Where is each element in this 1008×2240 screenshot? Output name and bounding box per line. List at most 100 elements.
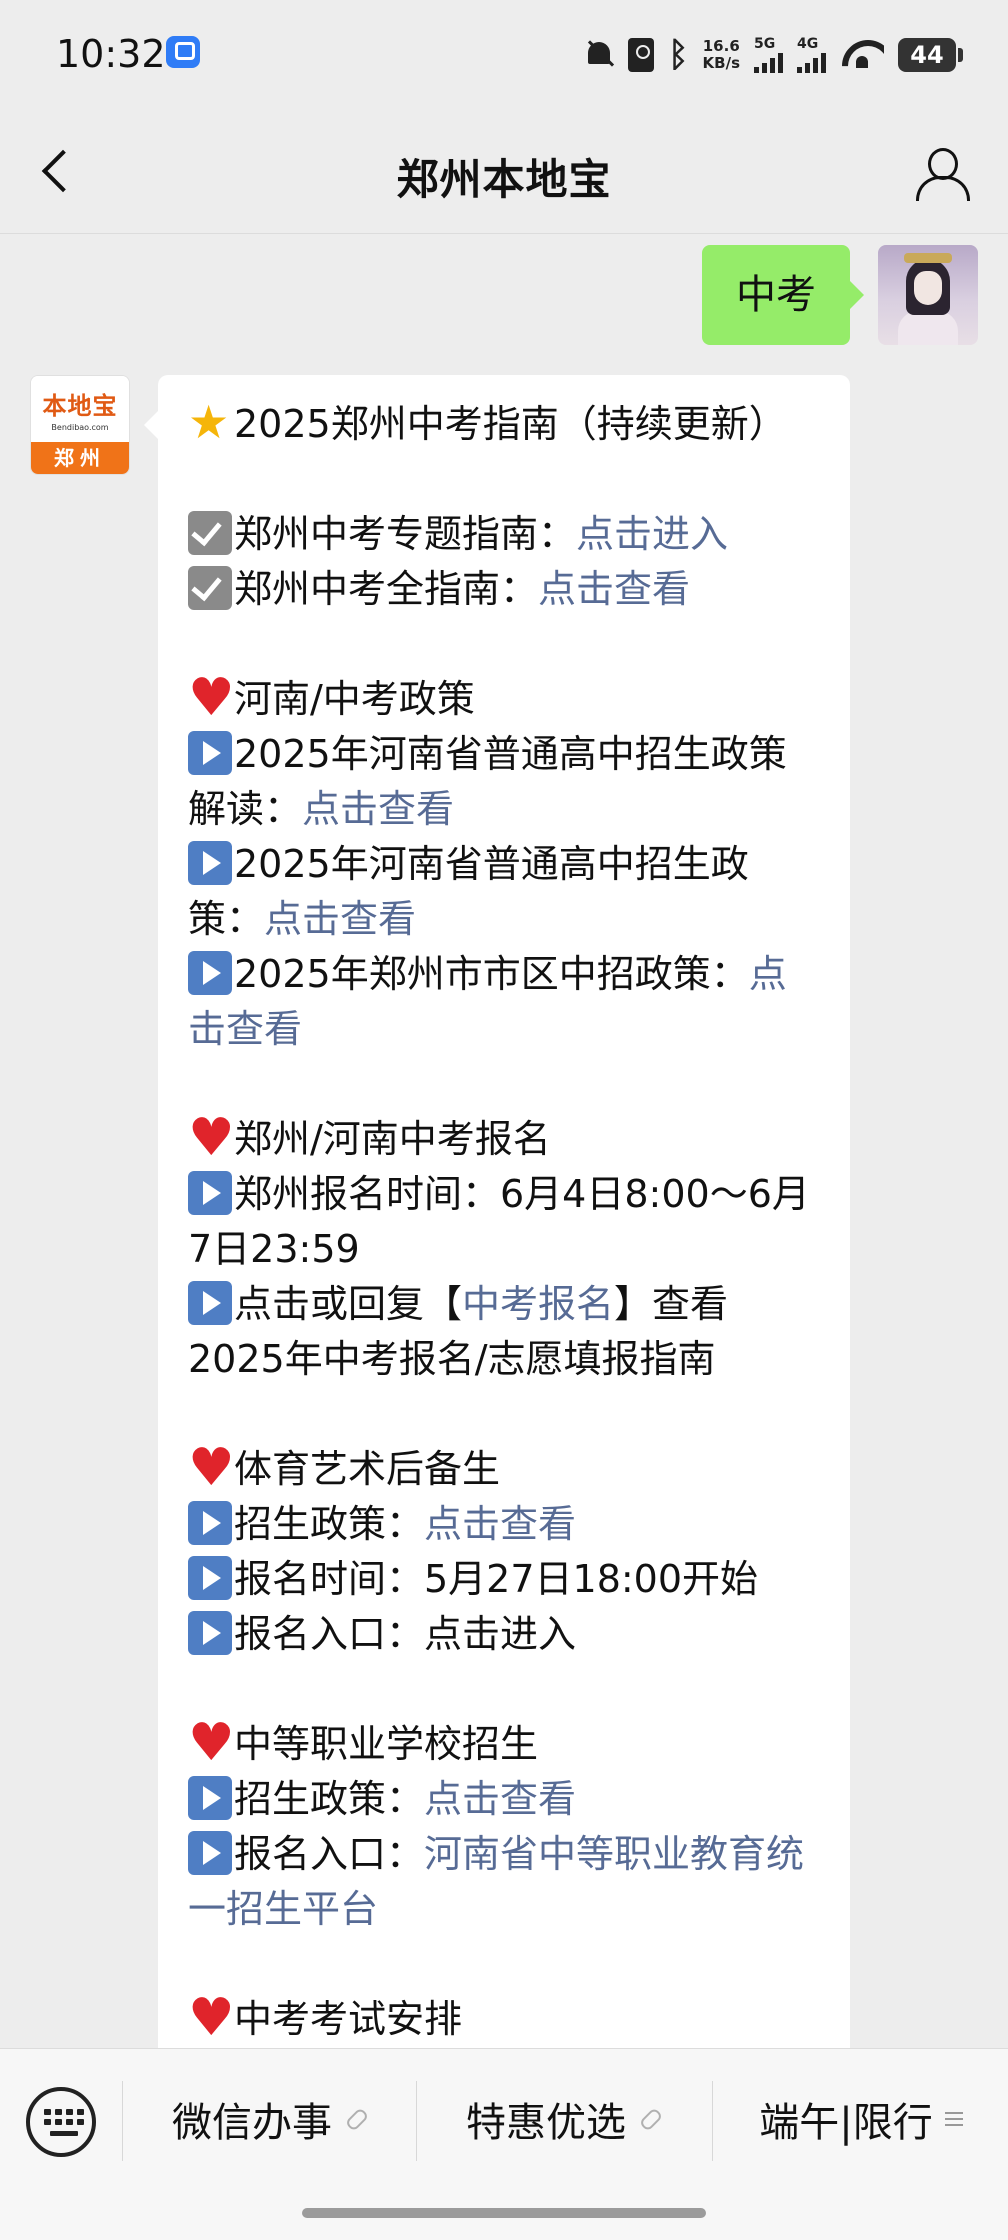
message-line: 报名时间：5月27日18:00开始 [188,1552,824,1607]
avatar-brand-text: 本地宝 [42,392,118,420]
line-spacer [188,1057,824,1112]
message-line: 报名入口：点击进入 [188,1607,824,1662]
play-button-icon [188,1501,232,1545]
menu-item-label: 微信办事 [172,2100,332,2146]
message-link[interactable]: 中考报名 [462,1282,614,1326]
outgoing-message-row: 中考 [702,245,978,345]
message-line: 中等职业学校招生 [188,1717,824,1772]
message-text: 2025年郑州市市区中招政策： [234,952,749,996]
message-link[interactable]: 点击查看 [424,1777,576,1821]
message-text: 报名入口：点击进入 [234,1612,577,1656]
message-link[interactable]: 点击查看 [302,787,454,831]
status-bar: 10:32 ᛒ 16.6 KB/s 5G 4G 44 [0,0,1008,110]
battery-icon: 44 [898,38,963,72]
sim-icon [628,38,655,72]
menu-divider [122,2081,123,2161]
signal-5g-label: 5G [754,36,776,52]
star-icon [188,395,232,449]
message-text: 报名入口： [234,1832,425,1876]
network-speed-value: 16.6 [702,37,740,55]
nav-bar: 郑州本地宝 [0,110,1008,234]
play-button-icon [188,841,232,885]
menu-item-wechat-service[interactable]: 微信办事 [124,2049,416,2189]
message-text: 招生政策： [234,1777,425,1821]
play-button-icon [188,951,232,995]
page-title: 郑州本地宝 [396,155,612,204]
message-line: 点击或回复【中考报名】查看2025年中考报名/志愿填报指南 [188,1277,824,1387]
play-button-icon [188,1611,232,1655]
message-text: 郑州中考专题指南： [234,512,577,556]
message-text: 中等职业学校招生 [234,1722,539,1766]
menu-divider [416,2081,417,2161]
message-text: 招生政策： [234,1502,425,1546]
home-indicator[interactable] [302,2208,706,2218]
line-spacer [188,1387,824,1442]
profile-icon[interactable] [914,146,970,201]
message-line: 体育艺术后备生 [188,1442,824,1497]
message-text: 报名时间：5月27日18:00开始 [234,1557,759,1601]
message-text: 体育艺术后备生 [234,1447,501,1491]
message-line: 中考考试安排 [188,1992,824,2047]
incoming-message-bubble: 2025郑州中考指南（持续更新）郑州中考专题指南：点击进入郑州中考全指南：点击查… [144,375,850,2048]
checkbox-icon [188,566,232,610]
heart-icon [188,1717,235,1769]
message-line: 郑州中考全指南：点击查看 [188,562,824,617]
message-text: 郑州报名时间：6月4日8:00～6月7日23:59 [188,1172,810,1271]
message-link[interactable]: 点击查看 [264,897,416,941]
chat-area[interactable]: 中考 本地宝 Bendibao.com 郑州 2025郑州中考指南（持续更新） 郑… [0,235,1008,2048]
play-button-icon [188,1776,232,1820]
bluetooth-icon: ᛒ [668,35,689,75]
play-button-icon [188,1281,232,1325]
ai-assistant-icon [166,36,200,68]
avatar-city: 郑州 [31,442,129,474]
play-button-icon [188,1831,232,1875]
play-button-icon [188,1171,232,1215]
message-line: 河南/中考政策 [188,672,824,727]
signal-5g-icon: 5G [754,37,783,73]
menu-item-label: 端午|限行 [759,2100,933,2146]
message-link[interactable]: 点击进入 [576,512,728,556]
heart-icon [188,1442,235,1494]
menu-item-deals[interactable]: 特惠优选 [418,2049,710,2189]
signal-4g-label: 4G [797,36,819,52]
status-icons: ᛒ 16.6 KB/s 5G 4G 44 [584,30,963,80]
link-icon [344,2107,368,2131]
link-icon [638,2107,662,2131]
message-text: 河南/中考政策 [234,677,475,721]
keyboard-icon[interactable] [26,2087,96,2157]
message-line: 郑州/河南中考报名 [188,1112,824,1167]
network-speed: 16.6 KB/s [703,38,740,72]
wifi-icon [840,38,884,72]
play-button-icon [188,731,232,775]
line-spacer [188,1937,824,1992]
account-avatar[interactable]: 本地宝 Bendibao.com 郑州 [30,375,130,475]
message-line: 郑州报名时间：6月4日8:00～6月7日23:59 [188,1167,824,1277]
network-speed-unit: KB/s [702,54,740,72]
message-line: 招生政策：点击查看 [188,1772,824,1827]
line-spacer [188,1662,824,1717]
incoming-message-row: 本地宝 Bendibao.com 郑州 2025郑州中考指南（持续更新） 郑州中考… [30,375,850,2048]
message-text: 点击或回复【 [234,1282,463,1326]
checkbox-icon [188,511,232,555]
line-spacer [188,617,824,672]
play-button-icon [188,1556,232,1600]
heart-icon [188,1112,235,1164]
message-line: 招生政策：点击查看 [188,1497,824,1552]
message-line: 2025郑州中考指南（持续更新） [188,395,824,452]
outgoing-message-bubble[interactable]: 中考 [702,245,864,345]
message-line: 2025年郑州市市区中招政策：点击查看 [188,947,824,1057]
heart-icon [188,672,235,724]
signal-4g-icon: 4G [797,37,826,73]
line-spacer [188,452,824,507]
message-link[interactable]: 点击查看 [424,1502,576,1546]
message-text: 郑州中考全指南： [234,567,539,611]
heart-icon [188,1992,235,2044]
menu-item-dragon-boat-restriction[interactable]: 端午|限行 [714,2049,1008,2189]
message-text: 2025郑州中考指南（持续更新） [234,402,787,446]
message-link[interactable]: 点击查看 [538,567,690,611]
message-line: 郑州中考专题指南：点击进入 [188,507,824,562]
mute-bell-icon [584,38,614,72]
message-line: 2025年河南省普通高中招生政策解读：点击查看 [188,727,824,837]
my-avatar[interactable] [878,245,978,345]
menu-divider [712,2081,713,2161]
